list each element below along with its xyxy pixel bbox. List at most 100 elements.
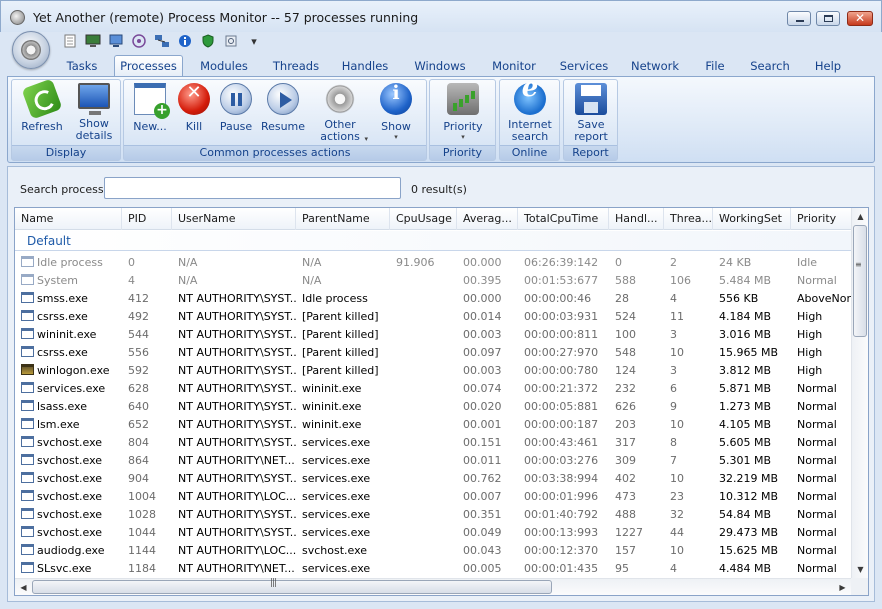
cell-name: svchost.exe — [15, 434, 122, 452]
tab-network[interactable]: Network — [624, 57, 686, 77]
column-header-parentname[interactable]: ParentName — [296, 208, 390, 230]
process-window-icon — [21, 454, 34, 465]
resume-button[interactable]: Resume — [258, 83, 308, 133]
horizontal-scrollbar[interactable]: ◀ ||| ▶ — [15, 578, 851, 595]
group-label-display: Display — [12, 145, 120, 160]
priority-button[interactable]: Priority ▾ — [436, 83, 490, 141]
cell-pid: 4 — [128, 274, 135, 287]
table-row[interactable]: csrss.exe 492 NT AUTHORITY\SYST... [Parent … — [15, 308, 851, 326]
cell-ws: 4.105 MB — [719, 418, 772, 431]
cell-handles: 95 — [615, 562, 629, 575]
cell-name: winlogon.exe — [15, 362, 122, 380]
column-header-average[interactable]: Averag... — [457, 208, 518, 230]
column-header-pid[interactable]: PID — [122, 208, 172, 230]
column-header-name[interactable]: Name — [15, 208, 122, 230]
tab-services[interactable]: Services — [552, 57, 616, 77]
monitor-icon[interactable] — [83, 32, 103, 50]
tab-handles[interactable]: Handles — [333, 57, 397, 77]
table-row[interactable]: services.exe 628 NT AUTHORITY\SYST... winin… — [15, 380, 851, 398]
app-icon[interactable] — [10, 10, 25, 25]
horizontal-scroll-thumb[interactable] — [32, 580, 552, 594]
group-row-default[interactable]: Default — [15, 231, 851, 251]
scroll-left-icon[interactable]: ◀ — [15, 579, 32, 595]
column-header-totalcputime[interactable]: TotalCpuTime — [518, 208, 609, 230]
minimize-icon — [796, 20, 804, 22]
target-icon[interactable] — [129, 32, 149, 50]
search-input[interactable] — [104, 177, 401, 199]
info-icon[interactable] — [175, 32, 195, 50]
cell-priority: Normal — [797, 508, 837, 521]
cell-name: svchost.exe — [15, 506, 122, 524]
cell-threads: 10 — [670, 544, 684, 557]
scroll-down-icon[interactable]: ▼ — [852, 561, 868, 578]
cell-threads: 10 — [670, 346, 684, 359]
table-row[interactable]: svchost.exe 904 NT AUTHORITY\SYST... servic… — [15, 470, 851, 488]
vertical-scrollbar[interactable]: ▲ ≡ ▼ — [851, 208, 868, 578]
close-button[interactable]: ✕ — [847, 11, 873, 26]
tab-help[interactable]: Help — [804, 57, 852, 77]
cell-handles: 317 — [615, 436, 636, 449]
tab-threads[interactable]: Threads — [265, 57, 327, 77]
tab-processes[interactable]: Processes — [114, 55, 183, 77]
column-header-handles[interactable]: Handl... — [609, 208, 664, 230]
cell-user: NT AUTHORITY\SYST... — [178, 292, 296, 305]
cell-threads: 11 — [670, 310, 684, 323]
tab-modules[interactable]: Modules — [190, 57, 258, 77]
table-row[interactable]: audiodg.exe 1144 NT AUTHORITY\LOC... svchos… — [15, 542, 851, 560]
save-report-button[interactable]: Save report — [568, 83, 614, 143]
column-header-priority[interactable]: Priority — [791, 208, 851, 230]
table-row[interactable]: svchost.exe 1004 NT AUTHORITY\LOC... servic… — [15, 488, 851, 506]
network-icon[interactable] — [152, 32, 172, 50]
table-row[interactable]: Idle process 0 N/A N/A 91.906 00.000 06:26:39:… — [15, 254, 851, 272]
computer-icon[interactable] — [106, 32, 126, 50]
new-process-button[interactable]: New... — [128, 83, 172, 133]
cell-priority: Normal — [797, 490, 837, 503]
table-row[interactable]: svchost.exe 1028 NT AUTHORITY\SYST... servi… — [15, 506, 851, 524]
table-row[interactable]: wininit.exe 544 NT AUTHORITY\SYST... [Paren… — [15, 326, 851, 344]
tools-icon[interactable] — [221, 32, 241, 50]
column-header-username[interactable]: UserName — [172, 208, 296, 230]
kill-button[interactable]: Kill — [174, 83, 214, 133]
document-icon[interactable] — [60, 32, 80, 50]
column-header-cpuusage[interactable]: CpuUsage — [390, 208, 457, 230]
table-row[interactable]: svchost.exe 804 NT AUTHORITY\SYST... servic… — [15, 434, 851, 452]
shield-icon[interactable] — [198, 32, 218, 50]
table-row[interactable]: System 4 N/A N/A 00.395 00:01:53:677 588 106 5.4… — [15, 272, 851, 290]
table-row[interactable]: svchost.exe 864 NT AUTHORITY\NET... service… — [15, 452, 851, 470]
tab-windows[interactable]: Windows — [404, 57, 476, 77]
table-row[interactable]: winlogon.exe 592 NT AUTHORITY\SYST... [Pare… — [15, 362, 851, 380]
show-label: Show — [381, 120, 411, 133]
column-header-threads[interactable]: Threa... — [664, 208, 713, 230]
cell-threads: 4 — [670, 562, 677, 575]
cell-total: 00:00:05:881 — [524, 400, 599, 413]
pause-button[interactable]: Pause — [216, 83, 256, 133]
maximize-button[interactable] — [816, 11, 840, 26]
customize-quick-access-icon[interactable]: ▾ — [244, 32, 264, 50]
cell-threads: 2 — [670, 256, 677, 269]
internet-search-button[interactable]: Internet search — [504, 82, 556, 143]
vertical-scroll-thumb[interactable] — [853, 225, 867, 337]
table-row[interactable]: lsm.exe 652 NT AUTHORITY\SYST... wininit.ex… — [15, 416, 851, 434]
table-row[interactable]: svchost.exe 1044 NT AUTHORITY\SYST... servi… — [15, 524, 851, 542]
cell-user: NT AUTHORITY\SYST... — [178, 418, 296, 431]
table-row[interactable]: SLsvc.exe 1184 NT AUTHORITY\NET... services… — [15, 560, 851, 578]
scroll-right-icon[interactable]: ▶ — [834, 579, 851, 595]
tab-search[interactable]: Search — [744, 57, 796, 77]
gear-icon — [324, 83, 356, 115]
tab-tasks[interactable]: Tasks — [56, 57, 108, 77]
tab-file[interactable]: File — [694, 57, 736, 77]
scroll-up-icon[interactable]: ▲ — [852, 208, 868, 225]
cell-threads: 8 — [670, 436, 677, 449]
cell-avg: 00.043 — [463, 544, 502, 557]
table-row[interactable]: csrss.exe 556 NT AUTHORITY\SYST... [Parent … — [15, 344, 851, 362]
table-row[interactable]: lsass.exe 640 NT AUTHORITY\SYST... wininit.… — [15, 398, 851, 416]
cell-handles: 588 — [615, 274, 636, 287]
process-name: System — [37, 274, 79, 287]
column-header-workingset[interactable]: WorkingSet — [713, 208, 791, 230]
show-details-button[interactable]: Show details — [70, 83, 118, 142]
table-row[interactable]: smss.exe 412 NT AUTHORITY\SYST... Idle proc… — [15, 290, 851, 308]
show-button[interactable]: Show ▾ — [372, 83, 420, 141]
refresh-button[interactable]: Refresh — [18, 78, 66, 133]
other-actions-button[interactable]: Other actions ▾ — [314, 83, 368, 143]
minimize-button[interactable] — [787, 11, 811, 26]
